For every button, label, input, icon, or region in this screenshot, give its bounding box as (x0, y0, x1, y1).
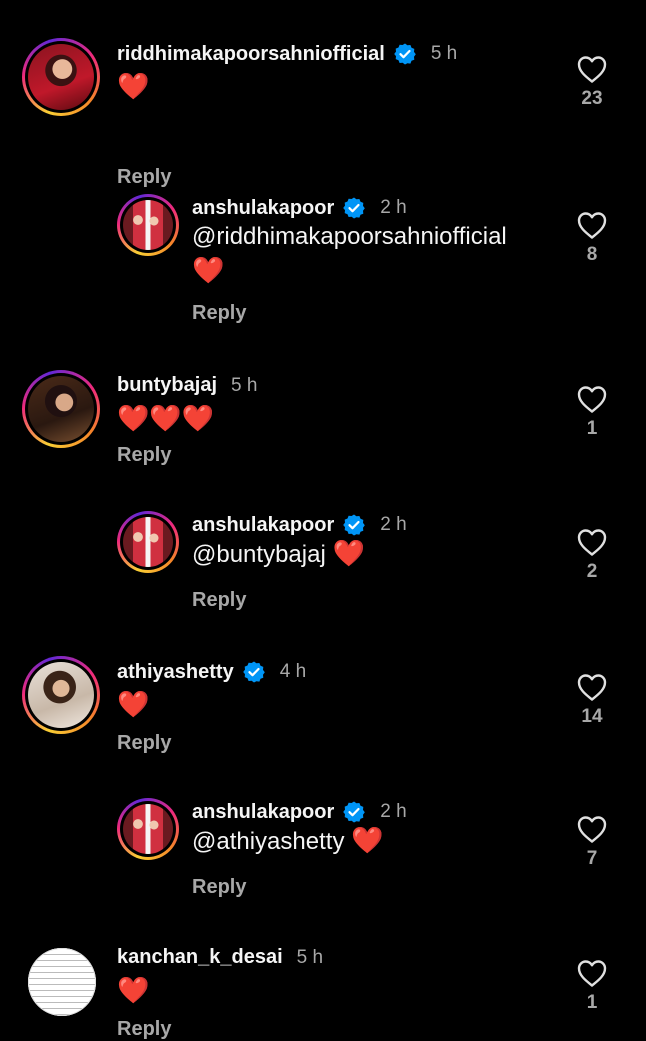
heart-emoji: ❤️ (117, 690, 150, 720)
like-section: 1 (576, 384, 608, 440)
verified-badge-icon (342, 196, 366, 220)
username[interactable]: buntybajaj (117, 374, 217, 397)
comment-header: anshulakapoor 2 h (192, 800, 407, 824)
username[interactable]: athiyashetty (117, 661, 234, 684)
avatar[interactable] (22, 38, 100, 116)
username[interactable]: kanchan_k_desai (117, 946, 283, 969)
comment-header: athiyashetty 4 h (117, 660, 306, 684)
verified-badge-icon (342, 800, 366, 824)
like-section: 23 (576, 54, 608, 110)
reply-item: anshulakapoor 2 h @riddhimakapoorsahniof… (0, 194, 646, 334)
mention-link[interactable]: @buntybajaj (192, 541, 326, 568)
heart-emoji: ❤️ (117, 72, 150, 102)
comment-item: buntybajaj 5 h ❤️❤️❤️ Reply 1 (0, 370, 646, 480)
comment-header: buntybajaj 5 h (117, 374, 257, 397)
heart-outline-icon[interactable] (576, 958, 608, 988)
comment-text: ❤️ (117, 70, 151, 105)
heart-outline-icon[interactable] (576, 672, 608, 702)
avatar[interactable] (22, 656, 100, 734)
avatar[interactable] (22, 370, 100, 448)
reply-button[interactable]: Reply (117, 166, 171, 189)
timestamp: 5 h (296, 946, 324, 968)
mention-link[interactable]: @riddhimakapoorsahniofficial (192, 220, 507, 254)
reply-item: anshulakapoor 2 h @athiyashetty ❤️ Reply… (0, 798, 646, 908)
comment-text: ❤️ (117, 688, 151, 723)
heart-outline-icon[interactable] (576, 54, 608, 84)
like-count: 8 (586, 244, 598, 265)
comment-item: kanchan_k_desai 5 h ❤️ Reply 1 (0, 942, 646, 1040)
timestamp: 5 h (430, 43, 458, 64)
comment-text: ❤️ (117, 974, 151, 1009)
username[interactable]: anshulakapoor (192, 801, 334, 824)
like-section: 8 (576, 210, 608, 266)
avatar[interactable] (117, 798, 179, 860)
reply-button[interactable]: Reply (192, 302, 246, 325)
comment-text: ❤️❤️❤️ (117, 402, 216, 437)
comment-text: @buntybajaj ❤️ (192, 537, 367, 572)
username[interactable]: riddhimakapoorsahniofficial (117, 43, 385, 66)
heart-outline-icon[interactable] (576, 210, 608, 240)
heart-emoji: ❤️❤️❤️ (117, 404, 215, 434)
comment-header: anshulakapoor 2 h (192, 513, 407, 537)
verified-badge-icon (393, 42, 417, 66)
avatar[interactable] (28, 948, 96, 1016)
heart-outline-icon[interactable] (576, 527, 608, 557)
heart-outline-icon[interactable] (576, 384, 608, 414)
comment-header: kanchan_k_desai 5 h (117, 946, 323, 969)
heart-emoji: ❤️ (192, 256, 225, 286)
like-section: 2 (576, 527, 608, 583)
reply-button[interactable]: Reply (117, 732, 171, 755)
heart-emoji: ❤️ (332, 539, 365, 569)
avatar[interactable] (117, 511, 179, 573)
heart-emoji: ❤️ (351, 826, 384, 856)
reply-button[interactable]: Reply (117, 1018, 171, 1041)
comment-header: anshulakapoor 2 h (192, 196, 407, 220)
reply-button[interactable]: Reply (192, 876, 246, 899)
like-count: 14 (581, 706, 603, 727)
timestamp: 2 h (380, 514, 407, 535)
comment-text: @riddhimakapoorsahniofficial ❤️ (192, 220, 507, 289)
reply-button[interactable]: Reply (192, 589, 246, 612)
comment-item: athiyashetty 4 h ❤️ Reply 14 (0, 656, 646, 766)
comment-text: @athiyashetty ❤️ (192, 824, 385, 859)
heart-emoji: ❤️ (117, 976, 150, 1006)
timestamp: 5 h (231, 374, 258, 396)
mention-link[interactable]: @athiyashetty (192, 828, 344, 855)
username[interactable]: anshulakapoor (192, 197, 334, 220)
comment-item: riddhimakapoorsahniofficial 5 h ❤️ Reply… (0, 38, 646, 188)
avatar[interactable] (117, 194, 179, 256)
like-count: 23 (581, 88, 603, 109)
reply-item: anshulakapoor 2 h @buntybajaj ❤️ Reply 2 (0, 511, 646, 621)
like-section: 7 (576, 814, 608, 870)
heart-outline-icon[interactable] (576, 814, 608, 844)
timestamp: 4 h (279, 661, 307, 682)
like-count: 1 (586, 418, 598, 439)
username[interactable]: anshulakapoor (192, 514, 334, 537)
timestamp: 2 h (380, 801, 407, 822)
reply-button[interactable]: Reply (117, 444, 171, 467)
like-section: 1 (576, 958, 608, 1014)
timestamp: 2 h (380, 197, 407, 218)
like-section: 14 (576, 672, 608, 728)
like-count: 1 (586, 992, 598, 1013)
comment-header: riddhimakapoorsahniofficial 5 h (117, 42, 457, 66)
like-count: 2 (586, 561, 598, 582)
verified-badge-icon (242, 660, 266, 684)
like-count: 7 (586, 848, 598, 869)
verified-badge-icon (342, 513, 366, 537)
